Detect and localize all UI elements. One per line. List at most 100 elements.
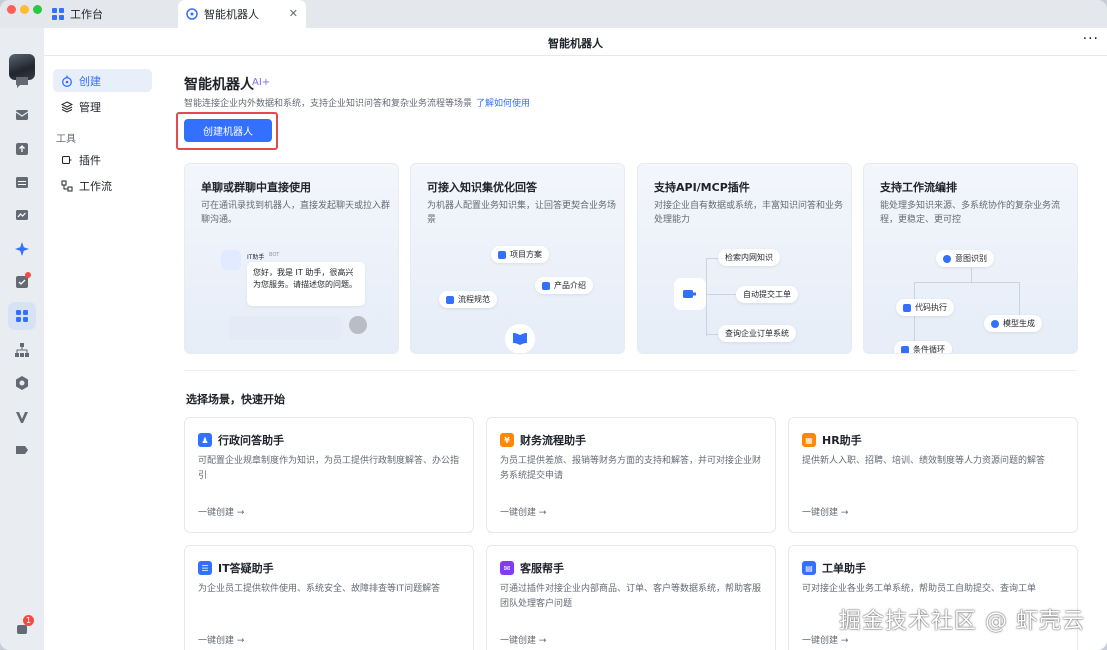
sub-sidebar: 创建 管理 工具 插件 工作流 [44,56,164,650]
quick-create-button[interactable]: 一键创建 → [198,505,244,518]
workbench-icon[interactable] [8,302,36,330]
learn-link[interactable]: 了解如何使用 [476,99,530,109]
scenario-card-it[interactable]: ☰ IT答疑助手 为企业员工提供软件使用、系统安全、故障排查等IT问题解答 一键… [184,545,474,650]
nav-item-workflow[interactable]: 工作流 [53,174,152,197]
section-divider [184,370,1077,371]
chip-intent: 意图识别 [936,250,994,267]
card-title: 工单助手 [822,562,866,575]
plugin-icon [674,278,706,310]
ai-sparkle-icon[interactable] [12,239,32,259]
layers-icon [61,100,73,113]
card-title: 行政问答助手 [218,434,284,447]
feature-desc: 对接企业自有数据或系统，丰富知识问答和业务处理能力 [654,201,844,225]
person-icon: ♟ [198,433,212,447]
scenario-card-finance[interactable]: ¥ 财务流程助手 为员工提供差旅、报销等财务方面的支持和解答，并可对接企业财务系… [486,417,776,533]
feature-card-knowledge: 可接入知识集优化回答 为机器人配置业务知识集，让回答更契合业务场景 项目方案 产… [410,163,625,354]
feature-title: 支持API/MCP插件 [654,181,750,194]
quick-create-button[interactable]: 一键创建 → [198,633,244,646]
chip-project: 项目方案 [491,246,549,263]
upload-icon[interactable] [12,139,32,159]
bot-icon [186,8,198,20]
main-content: 智能机器人 AI+ 智能连接企业内外数据和系统，支持企业知识问答和复杂业务流程等… [164,56,1107,650]
card-desc: 可对接企业各业务工单系统，帮助员工自助提交、查询工单 [802,584,1037,594]
maximize-window-button[interactable] [33,5,42,14]
card-title: HR助手 [822,434,862,447]
server-icon: ☰ [198,561,212,575]
scenario-card-service[interactable]: ✉ 客服帮手 可通过插件对接企业内部商品、订单、客户等数据系统，帮助客服团队处理… [486,545,776,650]
nav-item-label: 工作流 [79,179,112,193]
tab-label: 智能机器人 [204,8,259,21]
notification-dot [25,272,31,278]
notification-badge: 1 [23,615,34,626]
feature-card-chat: 单聊或群聊中直接使用 可在通讯录找到机器人，直接发起聊天或拉入群聊沟通。 IT助… [184,163,399,354]
create-bot-button[interactable]: 创建机器人 [184,119,272,142]
chip-loop: 条件循环 [894,341,952,353]
chip-order: 查询企业订单系统 [718,325,796,342]
page-description: 智能连接企业内外数据和系统，支持企业知识问答和复杂业务流程等场景 了解如何使用 [184,96,530,109]
chip-product: 产品介绍 [535,277,593,294]
apps-icon[interactable]: 1 [12,615,34,638]
nav-item-plugin[interactable]: 插件 [53,148,152,171]
calendar-icon[interactable] [12,172,32,192]
card-desc: 为员工提供差旅、报销等财务方面的支持和解答，并可对接企业财务系统提交申请 [500,456,762,481]
feature-card-workflow: 支持工作流编排 能处理多知识来源、多系统协作的复杂业务流程，更稳定、更可控 意图… [863,163,1078,354]
chip-search: 检索内网知识 [718,249,780,266]
feature-card-plugin: 支持API/MCP插件 对接企业自有数据或系统，丰富知识问答和业务处理能力 检索… [637,163,852,354]
message-icon[interactable] [12,72,32,92]
nav-item-label: 插件 [79,153,101,167]
card-desc: 为企业员工提供软件使用、系统安全、故障排查等IT问题解答 [198,584,441,594]
quick-create-button[interactable]: 一键创建 → [500,505,546,518]
scenario-card-admin[interactable]: ♟ 行政问答助手 可配置企业规章制度作为知识，为员工提供行政制度解答、办公指引 … [184,417,474,533]
card-desc: 可通过插件对接企业内部商品、订单、客户等数据系统，帮助客服团队处理客户问题 [500,584,762,609]
chip-process: 流程规范 [439,291,497,308]
bot-icon [62,75,72,87]
tag-icon[interactable] [12,440,32,460]
feature-desc: 能处理多知识来源、多系统协作的复杂业务流程，更稳定、更可控 [880,201,1061,225]
app-rail: 1 [0,28,44,650]
hexagon-icon[interactable] [12,373,32,393]
book-icon [505,324,535,353]
close-icon[interactable]: ✕ [289,7,298,20]
chat-icon: ✉ [500,561,514,575]
mail-icon[interactable] [12,105,32,125]
plugin-icon [62,155,72,164]
scenario-card-hr[interactable]: ▦ HR助手 提供新人入职、招聘、培训、绩效制度等人力资源问题的解答 一键创建 … [788,417,1078,533]
quick-create-button[interactable]: 一键创建 → [802,505,848,518]
docs-icon[interactable] [12,205,32,225]
yen-icon: ¥ [500,433,514,447]
connector-line [971,268,972,282]
grid-icon [52,8,64,20]
v-logo-icon[interactable] [12,407,32,427]
connector-line [914,282,1019,283]
user-avatar-icon [349,316,367,334]
page-title: 智能机器人 [184,77,254,93]
tab-smart-bot[interactable]: 智能机器人 ✕ [178,0,306,28]
feature-title: 单聊或群聊中直接使用 [201,181,311,194]
org-chart-icon[interactable] [12,340,32,360]
card-desc: 可配置企业规章制度作为知识，为员工提供行政制度解答、办公指引 [198,456,460,481]
more-icon[interactable]: ··· [1083,31,1099,47]
connector-line [706,294,736,295]
nav-item-label: 管理 [79,100,101,114]
close-window-button[interactable] [7,5,16,14]
feature-desc: 为机器人配置业务知识集，让回答更契合业务场景 [427,201,617,225]
bot-avatar-icon [221,250,241,270]
chip-ticket: 自动提交工单 [736,286,798,303]
card-title: 客服帮手 [520,562,564,575]
tab-workbench[interactable]: 工作台 [52,0,176,28]
feature-title: 支持工作流编排 [880,181,957,194]
header-title: 智能机器人 [548,37,603,50]
nav-item-create[interactable]: 创建 [53,69,152,92]
card-desc: 提供新人入职、招聘、培训、绩效制度等人力资源问题的解答 [802,456,1046,466]
tab-bar: 工作台 智能机器人 ✕ [0,0,1107,28]
minimize-window-button[interactable] [20,5,29,14]
nav-item-manage[interactable]: 管理 [53,95,152,118]
tasks-icon[interactable] [12,272,32,292]
chat-bot-name: IT助手 [247,254,265,261]
ticket-icon: ▤ [802,561,816,575]
card-title: IT答疑助手 [218,562,274,575]
section-title: 选择场景，快速开始 [186,393,285,406]
feature-title: 可接入知识集优化回答 [427,181,537,194]
chat-bot-tag: BOT [269,252,280,258]
quick-create-button[interactable]: 一键创建 → [500,633,546,646]
